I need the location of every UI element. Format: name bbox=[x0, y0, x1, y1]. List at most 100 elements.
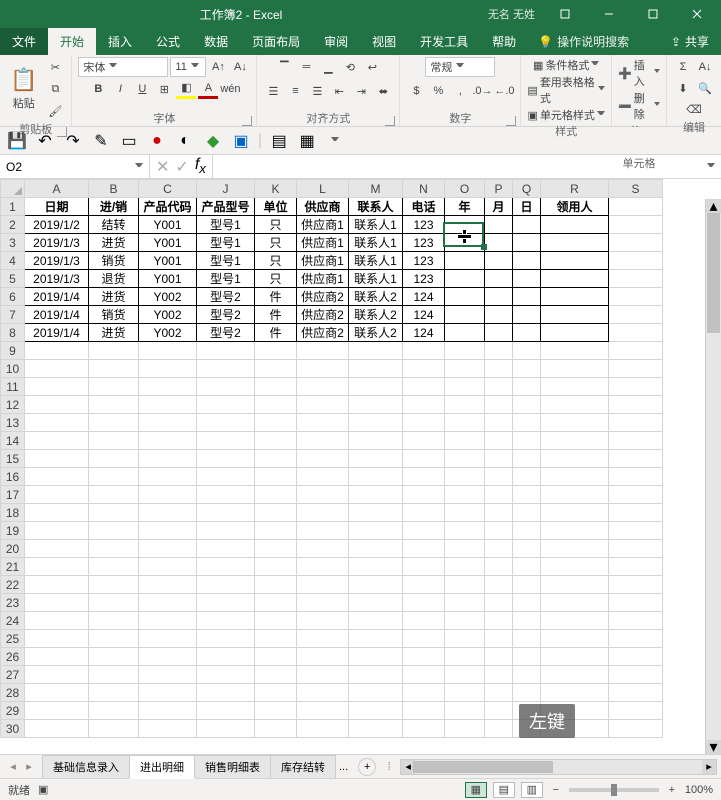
cell[interactable] bbox=[403, 414, 445, 432]
cell[interactable] bbox=[139, 540, 197, 558]
row-header-28[interactable]: 28 bbox=[1, 684, 25, 702]
row-header-29[interactable]: 29 bbox=[1, 702, 25, 720]
cell[interactable] bbox=[609, 594, 663, 612]
cell[interactable] bbox=[255, 342, 297, 360]
cell[interactable] bbox=[25, 504, 89, 522]
cell[interactable] bbox=[513, 432, 541, 450]
row-header-7[interactable]: 7 bbox=[1, 306, 25, 324]
align-center-button[interactable]: ≡ bbox=[285, 81, 305, 101]
sheet-tab[interactable]: 基础信息录入 bbox=[42, 755, 130, 779]
cell[interactable] bbox=[403, 576, 445, 594]
merge-button[interactable]: ⬌ bbox=[373, 81, 393, 101]
cell[interactable] bbox=[25, 594, 89, 612]
cell[interactable] bbox=[513, 594, 541, 612]
cell[interactable] bbox=[609, 360, 663, 378]
cell[interactable] bbox=[197, 612, 255, 630]
cell[interactable] bbox=[609, 324, 663, 342]
cell[interactable] bbox=[513, 396, 541, 414]
data-cell[interactable]: 供应商2 bbox=[297, 288, 349, 306]
cell[interactable] bbox=[609, 576, 663, 594]
data-cell[interactable]: 进货 bbox=[89, 324, 139, 342]
row-header-16[interactable]: 16 bbox=[1, 468, 25, 486]
cell[interactable] bbox=[609, 198, 663, 216]
data-cell[interactable] bbox=[485, 306, 513, 324]
row-header-11[interactable]: 11 bbox=[1, 378, 25, 396]
cell[interactable] bbox=[255, 450, 297, 468]
cell[interactable] bbox=[485, 360, 513, 378]
cell-styles-button[interactable]: ▣单元格样式 bbox=[528, 107, 605, 123]
cell[interactable] bbox=[349, 558, 403, 576]
cell[interactable] bbox=[297, 702, 349, 720]
decrease-indent-button[interactable]: ⇤ bbox=[329, 81, 349, 101]
cell[interactable] bbox=[25, 684, 89, 702]
cell[interactable] bbox=[139, 468, 197, 486]
data-cell[interactable] bbox=[541, 270, 609, 288]
cell[interactable] bbox=[485, 414, 513, 432]
first-sheet-button[interactable]: ◂ bbox=[6, 760, 20, 774]
data-cell[interactable] bbox=[513, 270, 541, 288]
cell[interactable] bbox=[139, 612, 197, 630]
cell[interactable] bbox=[403, 648, 445, 666]
data-cell[interactable]: 型号1 bbox=[197, 234, 255, 252]
col-header-R[interactable]: R bbox=[541, 180, 609, 198]
cell[interactable] bbox=[403, 468, 445, 486]
cell[interactable] bbox=[197, 396, 255, 414]
cell[interactable] bbox=[403, 594, 445, 612]
cell[interactable] bbox=[89, 378, 139, 396]
data-cell[interactable]: 型号1 bbox=[197, 252, 255, 270]
cell[interactable] bbox=[349, 360, 403, 378]
col-header-C[interactable]: C bbox=[139, 180, 197, 198]
comma-button[interactable]: , bbox=[450, 81, 470, 101]
cell[interactable] bbox=[349, 468, 403, 486]
cell[interactable] bbox=[445, 342, 485, 360]
data-cell[interactable] bbox=[485, 324, 513, 342]
cell[interactable] bbox=[89, 540, 139, 558]
data-cell[interactable]: 124 bbox=[403, 324, 445, 342]
cell[interactable] bbox=[609, 630, 663, 648]
cell[interactable] bbox=[403, 630, 445, 648]
cell[interactable] bbox=[445, 396, 485, 414]
qat-btn-5[interactable]: ◆ bbox=[202, 130, 224, 152]
cell[interactable] bbox=[349, 630, 403, 648]
cell[interactable] bbox=[297, 396, 349, 414]
cell[interactable] bbox=[255, 612, 297, 630]
cell[interactable] bbox=[297, 558, 349, 576]
table-header-cell[interactable]: 日 bbox=[513, 198, 541, 216]
font-size-select[interactable]: 11 bbox=[170, 57, 206, 77]
zoom-value[interactable]: 100% bbox=[685, 784, 713, 796]
cell[interactable] bbox=[89, 666, 139, 684]
paste-button[interactable]: 📋 粘贴 bbox=[6, 65, 41, 113]
cell[interactable] bbox=[445, 360, 485, 378]
cell[interactable] bbox=[25, 522, 89, 540]
delete-cells-button[interactable]: ➖删除 bbox=[618, 90, 660, 122]
cell[interactable] bbox=[609, 288, 663, 306]
cell[interactable] bbox=[609, 612, 663, 630]
qat-btn-3[interactable]: ● bbox=[146, 130, 168, 152]
cell[interactable] bbox=[255, 702, 297, 720]
data-cell[interactable]: 2019/1/4 bbox=[25, 306, 89, 324]
cell[interactable] bbox=[403, 684, 445, 702]
close-button[interactable] bbox=[677, 0, 717, 28]
data-cell[interactable] bbox=[445, 288, 485, 306]
sheet-tab[interactable]: 进出明细 bbox=[129, 755, 195, 779]
cell[interactable] bbox=[255, 630, 297, 648]
sheet-tab[interactable]: 销售明细表 bbox=[194, 755, 271, 779]
cell[interactable] bbox=[297, 666, 349, 684]
data-cell[interactable]: 退货 bbox=[89, 270, 139, 288]
tell-me[interactable]: 💡 操作说明搜索 bbox=[528, 28, 639, 55]
col-header-L[interactable]: L bbox=[297, 180, 349, 198]
cell[interactable] bbox=[89, 720, 139, 738]
data-cell[interactable]: 供应商1 bbox=[297, 216, 349, 234]
cell[interactable] bbox=[513, 558, 541, 576]
border-button[interactable]: ⊞ bbox=[154, 79, 174, 99]
data-cell[interactable]: 2019/1/4 bbox=[25, 324, 89, 342]
align-dialog-launcher[interactable] bbox=[385, 116, 395, 126]
cell[interactable] bbox=[139, 342, 197, 360]
table-header-cell[interactable]: 领用人 bbox=[541, 198, 609, 216]
tab-insert[interactable]: 插入 bbox=[96, 28, 144, 55]
cell[interactable] bbox=[139, 666, 197, 684]
select-all-button[interactable] bbox=[1, 180, 25, 198]
cell[interactable] bbox=[445, 432, 485, 450]
data-cell[interactable] bbox=[485, 270, 513, 288]
col-header-O[interactable]: O bbox=[445, 180, 485, 198]
